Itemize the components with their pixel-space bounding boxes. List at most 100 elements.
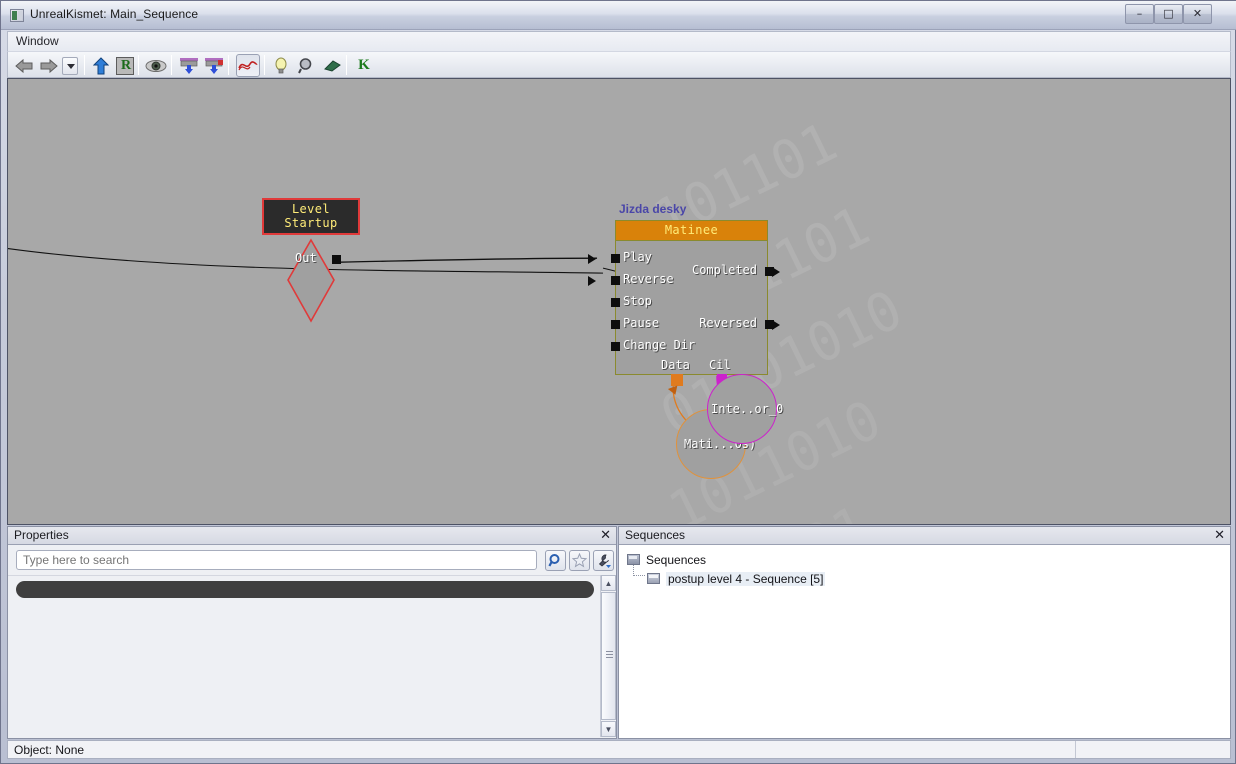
arrow-into-play	[588, 254, 596, 264]
pin-label-reverse: Reverse	[623, 272, 674, 286]
menu-bar: Window	[7, 31, 1231, 51]
pin-label-play: Play	[623, 250, 652, 264]
triangle-up-icon: ▲	[604, 578, 613, 588]
properties-close-icon[interactable]: ✕	[600, 527, 611, 544]
parent-sequence-button[interactable]	[89, 54, 113, 77]
forward-arrow-button[interactable]	[37, 54, 61, 77]
tree-item-label: postup level 4 - Sequence [5]	[666, 571, 826, 586]
properties-scrollbar[interactable]: ▲ ▼	[600, 575, 616, 737]
properties-favorites-button[interactable]	[569, 550, 590, 571]
status-bar: Object: None	[7, 740, 1231, 759]
title-bar: UnrealKismet: Main_Sequence – □ ✕	[1, 1, 1236, 30]
arrow-from-completed	[772, 267, 780, 277]
properties-panel-title: Properties	[14, 528, 69, 542]
tree-item-postup-level-4[interactable]: postup level 4 - Sequence [5]	[647, 570, 826, 587]
input-pin-change-dir[interactable]	[611, 342, 620, 351]
chevron-down-icon	[67, 63, 75, 69]
arrow-from-reversed	[772, 320, 780, 330]
minimize-button[interactable]: –	[1125, 4, 1154, 24]
properties-search-button[interactable]	[545, 550, 566, 571]
eye-icon	[145, 59, 167, 72]
hide-connectors-button[interactable]	[144, 54, 168, 77]
arrow-into-reverse	[588, 276, 596, 286]
history-dropdown-button[interactable]	[61, 54, 79, 77]
sequences-close-icon[interactable]: ✕	[1214, 527, 1225, 544]
show-inputs-button[interactable]	[177, 54, 201, 77]
maximize-button[interactable]: □	[1154, 4, 1183, 24]
input-pin-reverse[interactable]	[611, 276, 620, 285]
scroll-up-button[interactable]: ▲	[601, 575, 616, 591]
close-icon: ✕	[1192, 7, 1203, 20]
sequence-icon	[647, 573, 660, 584]
close-button[interactable]: ✕	[1183, 4, 1212, 24]
minimize-icon: –	[1136, 7, 1143, 20]
toolbar: R K	[7, 51, 1231, 78]
maximize-icon: □	[1163, 7, 1174, 20]
input-pin-pause[interactable]	[611, 320, 620, 329]
scroll-down-button[interactable]: ▼	[601, 721, 616, 737]
kismet-button[interactable]: K	[352, 54, 376, 77]
input-pin-play[interactable]	[611, 254, 620, 263]
node-title-level-startup: Level Startup	[262, 198, 360, 235]
pin-label-completed: Completed	[691, 263, 757, 277]
bulb-icon	[275, 57, 287, 73]
sequences-tree[interactable]: Sequences postup level 4 - Sequence [5]	[619, 546, 1230, 738]
pin-label-reversed: Reversed	[699, 316, 757, 330]
wrench-icon	[598, 554, 611, 568]
pin-label-change-dir: Change Dir	[623, 338, 696, 352]
show-inputs-icon	[180, 57, 198, 74]
var-pin-data[interactable]	[671, 374, 683, 386]
search-icon	[548, 554, 560, 567]
triangle-down-icon: ▼	[604, 724, 613, 734]
pin-label-stop: Stop	[623, 294, 652, 308]
rename-sequence-button[interactable]: R	[113, 54, 137, 77]
properties-options-button[interactable]	[593, 550, 614, 571]
scrollbar-thumb[interactable]	[601, 592, 616, 720]
properties-panel-header: Properties ✕	[8, 527, 616, 545]
up-arrow-icon	[93, 56, 109, 74]
curve-icon	[238, 60, 258, 70]
clear-button[interactable]	[320, 54, 344, 77]
var-label-data: Data	[661, 358, 690, 372]
sequences-panel: Sequences ✕ Sequences postup level 4 - S…	[618, 526, 1231, 739]
pin-label-out: Out	[295, 251, 317, 265]
back-arrow-icon	[15, 58, 33, 73]
app-icon	[10, 9, 24, 22]
application-window: UnrealKismet: Main_Sequence – □ ✕ Window	[0, 0, 1236, 764]
curved-connections-button[interactable]	[236, 54, 260, 77]
tree-connector-line	[633, 563, 645, 576]
sequences-panel-header: Sequences ✕	[619, 527, 1230, 545]
eraser-icon	[324, 59, 341, 72]
properties-panel: Properties ✕ Type here to search ▲ ▼	[7, 526, 617, 739]
node-level-startup[interactable]: Level Startup Out	[262, 198, 360, 323]
input-pin-stop[interactable]	[611, 298, 620, 307]
status-text: Object: None	[14, 743, 85, 757]
show-outputs-button[interactable]	[202, 54, 226, 77]
variable-label-interp-actor: Inte..or_0	[711, 402, 784, 416]
node-matinee[interactable]: Jizda desky Matinee Play Reverse Stop Pa…	[611, 202, 774, 386]
show-outputs-icon	[205, 57, 223, 74]
forward-arrow-icon	[40, 58, 58, 73]
back-arrow-button[interactable]	[12, 54, 36, 77]
properties-list[interactable]	[8, 575, 602, 737]
node-title-matinee: Matinee	[615, 220, 768, 241]
node-comment-matinee: Jizda desky	[619, 202, 687, 216]
search-icon	[298, 57, 312, 73]
kismet-icon: K	[358, 57, 370, 73]
sequences-panel-title: Sequences	[625, 528, 686, 542]
properties-search-input[interactable]	[16, 550, 537, 570]
var-label-cil: Cil	[709, 358, 731, 372]
node-body-matinee: Play Reverse Stop Pause Change Dir Compl…	[611, 241, 774, 386]
pin-label-pause: Pause	[623, 316, 660, 330]
properties-search-row	[8, 545, 616, 575]
scrollbar-grip-icon	[606, 651, 613, 658]
tree-item-label: Sequences	[646, 552, 707, 567]
bulb-button[interactable]	[269, 54, 293, 77]
search-button[interactable]	[295, 54, 319, 77]
menu-item-window[interactable]: Window	[16, 34, 59, 48]
properties-category-bar[interactable]	[16, 581, 594, 598]
star-icon	[572, 553, 587, 568]
output-pin-out[interactable]	[332, 255, 341, 264]
kismet-canvas[interactable]: 101101 1101101 01101010 1011010 110101 L…	[7, 78, 1231, 525]
status-divider	[1075, 741, 1076, 758]
